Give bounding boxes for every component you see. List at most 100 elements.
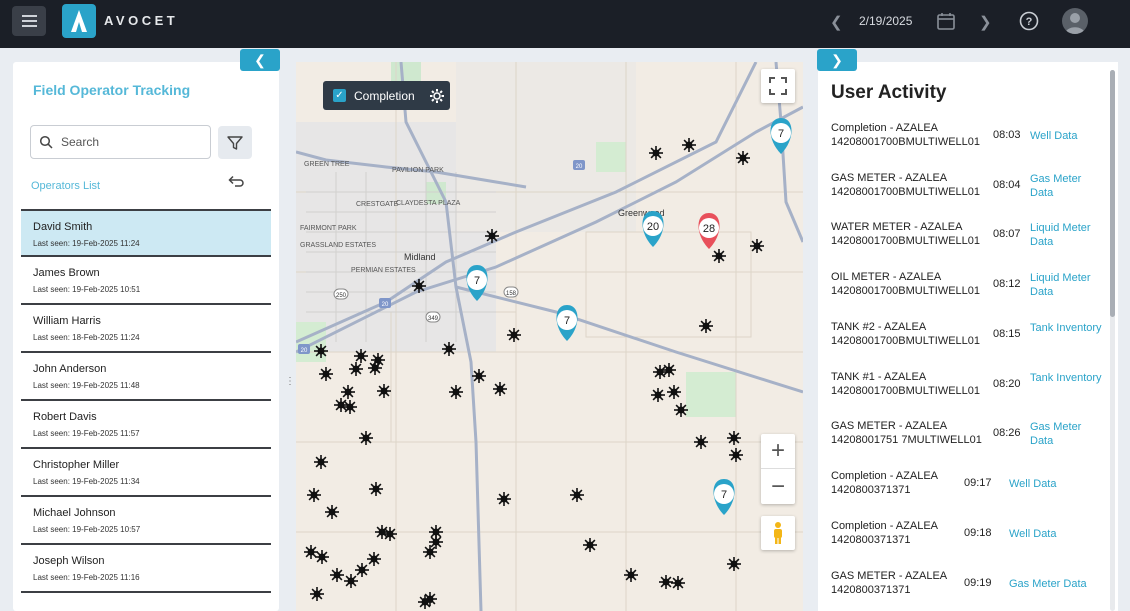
well-marker-icon[interactable] xyxy=(667,385,681,399)
well-marker-icon[interactable] xyxy=(493,382,507,396)
well-marker-icon[interactable] xyxy=(729,448,743,462)
map-canvas[interactable]: GREEN TREE PAVILION PARK CRESTGATE CLAYD… xyxy=(296,62,803,611)
operator-item[interactable]: James Brown Last seen: 19-Feb-2025 10:51 xyxy=(21,257,271,305)
gear-icon[interactable] xyxy=(429,88,445,104)
well-marker-icon[interactable] xyxy=(330,568,344,582)
well-marker-icon[interactable] xyxy=(310,587,324,601)
well-marker-icon[interactable] xyxy=(662,363,676,377)
well-marker-icon[interactable] xyxy=(354,349,368,363)
zoom-out-button[interactable]: − xyxy=(761,469,795,504)
well-marker-icon[interactable] xyxy=(699,319,713,333)
well-marker-icon[interactable] xyxy=(349,362,363,376)
well-marker-icon[interactable] xyxy=(671,576,685,590)
map-view[interactable]: GREEN TREE PAVILION PARK CRESTGATE CLAYD… xyxy=(296,62,803,611)
well-marker-icon[interactable] xyxy=(712,249,726,263)
well-marker-icon[interactable] xyxy=(659,575,673,589)
help-icon[interactable]: ? xyxy=(1018,10,1040,37)
well-marker-icon[interactable] xyxy=(344,574,358,588)
well-marker-icon[interactable] xyxy=(651,388,665,402)
activity-link[interactable]: Gas Meter Data xyxy=(1030,420,1105,448)
well-marker-icon[interactable] xyxy=(727,431,741,445)
well-marker-icon[interactable] xyxy=(736,151,750,165)
scrollbar-thumb[interactable] xyxy=(1110,70,1115,317)
well-marker-icon[interactable] xyxy=(314,455,328,469)
well-marker-icon[interactable] xyxy=(750,239,764,253)
filter-icon xyxy=(227,135,243,150)
operator-item[interactable]: William Harris Last seen: 18-Feb-2025 11… xyxy=(21,305,271,353)
well-marker-icon[interactable] xyxy=(442,342,456,356)
well-marker-icon[interactable] xyxy=(682,138,696,152)
activity-link[interactable]: Liquid Meter Data xyxy=(1030,271,1105,299)
well-marker-icon[interactable] xyxy=(497,492,511,506)
well-marker-icon[interactable] xyxy=(325,505,339,519)
well-marker-icon[interactable] xyxy=(319,367,333,381)
cluster-pin: 28 xyxy=(698,213,720,249)
filter-button[interactable] xyxy=(218,126,252,159)
road-label: 20 xyxy=(301,348,308,354)
well-marker-icon[interactable] xyxy=(449,385,463,399)
well-marker-icon[interactable] xyxy=(369,482,383,496)
well-marker-icon[interactable] xyxy=(472,369,486,383)
activity-link[interactable]: Well Data xyxy=(1009,477,1099,491)
well-marker-icon[interactable] xyxy=(314,344,328,358)
well-marker-icon[interactable] xyxy=(359,431,373,445)
activity-link[interactable]: Well Data xyxy=(1030,129,1105,143)
well-marker-icon[interactable] xyxy=(429,535,443,549)
well-marker-icon[interactable] xyxy=(341,385,355,399)
well-marker-icon[interactable] xyxy=(355,563,369,577)
menu-icon[interactable] xyxy=(12,6,46,36)
well-marker-icon[interactable] xyxy=(485,229,499,243)
activity-link[interactable]: Gas Meter Data xyxy=(1030,172,1105,200)
operator-item[interactable]: Joseph Wilson Last seen: 19-Feb-2025 11:… xyxy=(21,545,271,593)
reset-icon[interactable] xyxy=(226,174,244,195)
well-marker-icon[interactable] xyxy=(653,365,667,379)
operator-name: Robert Davis xyxy=(33,411,97,423)
well-marker-icon[interactable] xyxy=(423,545,437,559)
well-marker-icon[interactable] xyxy=(377,384,391,398)
resize-handle-icon[interactable]: ⋮ xyxy=(285,376,295,387)
well-marker-icon[interactable] xyxy=(583,538,597,552)
well-marker-icon[interactable] xyxy=(649,146,663,160)
search-input[interactable] xyxy=(61,135,201,149)
completion-layer-toggle[interactable]: ✓ Completion xyxy=(323,81,450,110)
well-marker-icon[interactable] xyxy=(334,398,348,412)
activity-time: 08:26 xyxy=(993,427,1021,439)
collapse-right-panel-button[interactable]: ❯ xyxy=(817,49,857,71)
activity-title: WATER METER - AZALEA xyxy=(831,221,963,233)
well-marker-icon[interactable] xyxy=(307,488,321,502)
activity-link[interactable]: Well Data xyxy=(1009,527,1099,541)
operator-item[interactable]: David Smith Last seen: 19-Feb-2025 11:24 xyxy=(21,209,271,257)
well-marker-icon[interactable] xyxy=(507,328,521,342)
operator-item[interactable]: Michael Johnson Last seen: 19-Feb-2025 1… xyxy=(21,497,271,545)
well-marker-icon[interactable] xyxy=(674,403,688,417)
next-date-icon[interactable]: ❯ xyxy=(979,13,992,31)
well-marker-icon[interactable] xyxy=(570,488,584,502)
operator-item[interactable]: John Anderson Last seen: 19-Feb-2025 11:… xyxy=(21,353,271,401)
activity-id: 1420800371371 xyxy=(831,484,911,496)
street-view-button[interactable] xyxy=(761,516,795,550)
zoom-in-button[interactable]: + xyxy=(761,434,795,469)
well-marker-icon[interactable] xyxy=(727,557,741,571)
pegman-icon xyxy=(774,522,782,544)
user-avatar-icon[interactable] xyxy=(1062,8,1088,34)
operator-name: John Anderson xyxy=(33,363,107,375)
collapse-left-panel-button[interactable]: ❮ xyxy=(240,49,280,71)
well-marker-icon[interactable] xyxy=(368,361,382,375)
place-label: CRESTGATE xyxy=(356,201,399,208)
well-marker-icon[interactable] xyxy=(343,400,357,414)
activity-link[interactable]: Gas Meter Data xyxy=(1009,577,1109,591)
fullscreen-button[interactable] xyxy=(761,69,795,103)
activity-link[interactable]: Tank Inventory xyxy=(1030,371,1105,385)
logo-text: AVOCET xyxy=(104,13,179,28)
activity-id: 14208001700BMULTIWELL01 xyxy=(831,235,981,247)
operator-item[interactable]: Christopher Miller Last seen: 19-Feb-202… xyxy=(21,449,271,497)
activity-link[interactable]: Tank Inventory xyxy=(1030,321,1105,335)
well-marker-icon[interactable] xyxy=(367,552,381,566)
well-marker-icon[interactable] xyxy=(412,279,426,293)
operator-item[interactable]: Robert Davis Last seen: 19-Feb-2025 11:5… xyxy=(21,401,271,449)
checkbox-icon[interactable]: ✓ xyxy=(333,89,346,102)
well-marker-icon[interactable] xyxy=(694,435,708,449)
activity-link[interactable]: Liquid Meter Data xyxy=(1030,221,1105,249)
prev-date-icon[interactable]: ❮ xyxy=(830,13,843,31)
calendar-icon[interactable] xyxy=(936,11,956,36)
